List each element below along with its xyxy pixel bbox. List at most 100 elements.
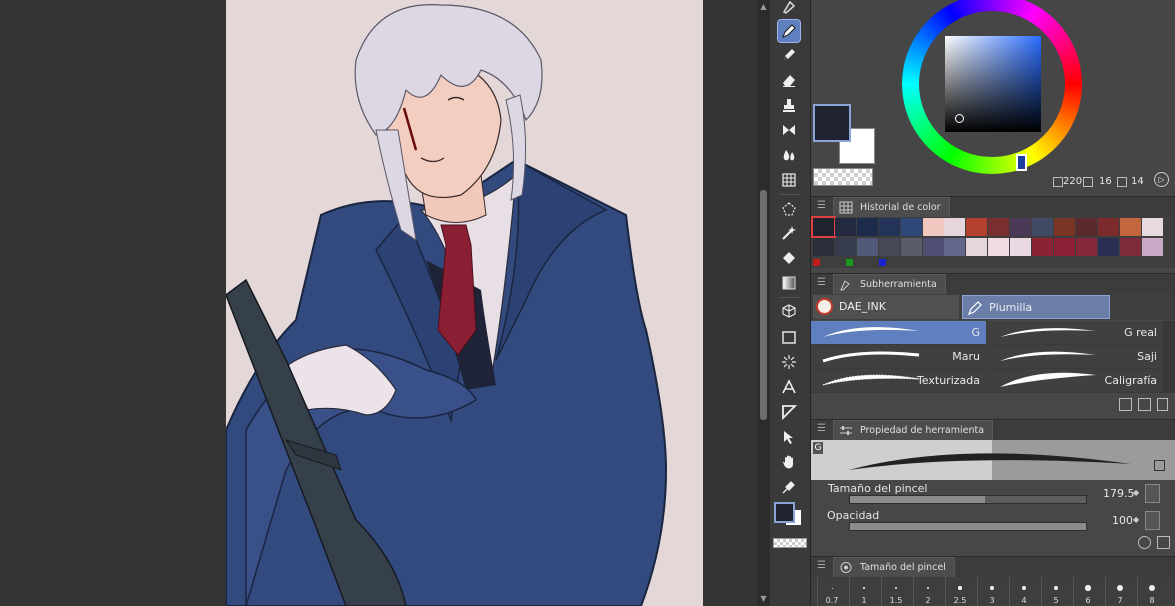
pencil-icon[interactable]: [778, 44, 800, 66]
history-swatch[interactable]: [856, 238, 878, 256]
stamp-icon[interactable]: [778, 94, 800, 116]
hue-cursor[interactable]: [1016, 154, 1027, 171]
history-swatch[interactable]: [900, 218, 922, 236]
stepper-icon[interactable]: ◆: [1133, 515, 1139, 524]
blend-icon[interactable]: [778, 144, 800, 166]
opacity-slider[interactable]: [849, 522, 1087, 531]
brush-size-tab[interactable]: Tamaño del pincel: [833, 557, 955, 578]
history-swatch[interactable]: [966, 238, 988, 256]
panel-menu-icon[interactable]: ☰: [817, 423, 826, 434]
history-swatch[interactable]: [1010, 218, 1032, 236]
history-swatch[interactable]: [1075, 218, 1097, 236]
eyedropper-icon[interactable]: [778, 476, 800, 498]
fill-icon[interactable]: [778, 247, 800, 269]
pen-nib-icon[interactable]: [778, 0, 800, 18]
opacity-value[interactable]: 100: [1112, 514, 1133, 527]
magic-wand-icon[interactable]: [778, 222, 800, 244]
scroll-down-arrow[interactable]: ▼: [759, 594, 768, 604]
brush-item-maru[interactable]: Maru: [811, 345, 986, 369]
brush-list-scrollbar[interactable]: [1163, 321, 1175, 393]
history-swatch[interactable]: [944, 218, 966, 236]
brush-item-texturizada[interactable]: Texturizada: [811, 369, 986, 393]
group-plumilla[interactable]: Plumilla: [962, 295, 1110, 319]
brush-size-preset[interactable]: 1.5: [881, 577, 910, 606]
panel-menu-icon[interactable]: ☰: [817, 200, 826, 211]
panel-menu-icon[interactable]: ☰: [817, 560, 826, 571]
download-icon[interactable]: [1119, 398, 1132, 411]
history-swatch[interactable]: [988, 218, 1010, 236]
history-swatch[interactable]: [1119, 218, 1141, 236]
history-swatch[interactable]: [834, 218, 856, 236]
history-swatch[interactable]: [1053, 218, 1075, 236]
brush-size-preset[interactable]: 7: [1105, 577, 1134, 606]
history-swatch[interactable]: [1141, 218, 1163, 236]
scroll-up-arrow[interactable]: ▲: [759, 2, 768, 12]
sub-tool-tab[interactable]: Subherramienta: [833, 274, 946, 295]
3d-object-icon[interactable]: [778, 300, 800, 322]
lock-icon[interactable]: [1154, 460, 1165, 471]
history-swatch[interactable]: [878, 218, 900, 236]
brush-size-preset[interactable]: 3: [977, 577, 1006, 606]
opacity-toggle-icon[interactable]: [1145, 511, 1160, 530]
history-swatch[interactable]: [1141, 238, 1163, 256]
tool-property-tab[interactable]: Propiedad de herramienta: [833, 420, 994, 441]
mini-main-color[interactable]: [774, 502, 795, 523]
reset-icon[interactable]: [1138, 536, 1151, 549]
history-swatch[interactable]: [900, 238, 922, 256]
history-swatch[interactable]: [1053, 238, 1075, 256]
rectangle-icon[interactable]: [778, 326, 800, 348]
history-swatch[interactable]: [813, 238, 834, 256]
history-swatch[interactable]: [1010, 238, 1032, 256]
sv-cursor[interactable]: [955, 114, 964, 123]
object-select-icon[interactable]: [778, 426, 800, 448]
group-dae-ink[interactable]: DAE_INK: [813, 295, 959, 319]
history-swatch[interactable]: [878, 238, 900, 256]
text-icon[interactable]: [778, 376, 800, 398]
brush-item-saji[interactable]: Saji: [988, 345, 1163, 369]
color-history-tab[interactable]: Historial de color: [833, 197, 950, 218]
history-swatch[interactable]: [834, 238, 856, 256]
history-swatch[interactable]: [856, 218, 878, 236]
trash-icon[interactable]: [1157, 398, 1168, 411]
brush-size-preset[interactable]: 2.5: [945, 577, 974, 606]
history-swatch[interactable]: [1119, 238, 1141, 256]
eraser-icon[interactable]: [778, 69, 800, 91]
brush-size-preset[interactable]: 4: [1009, 577, 1038, 606]
gradient-icon[interactable]: [778, 272, 800, 294]
history-swatch[interactable]: [1097, 218, 1119, 236]
decoration-icon[interactable]: [778, 119, 800, 141]
transparent-color-swatch[interactable]: [813, 168, 873, 186]
history-swatch[interactable]: [966, 218, 988, 236]
scroll-thumb[interactable]: [760, 190, 767, 420]
brush-size-preset[interactable]: 8: [1137, 577, 1166, 606]
history-swatch[interactable]: [944, 238, 966, 256]
history-swatch[interactable]: [922, 238, 944, 256]
selection-icon[interactable]: [778, 198, 800, 220]
mini-transparent-color[interactable]: [773, 538, 807, 548]
pen-icon[interactable]: [777, 19, 801, 43]
brush-item-g-real[interactable]: G real: [988, 321, 1163, 345]
ruler-icon[interactable]: [778, 401, 800, 423]
panel-menu-icon[interactable]: ☰: [817, 277, 826, 288]
burst-icon[interactable]: [778, 351, 800, 373]
play-icon[interactable]: ▷: [1154, 172, 1169, 187]
history-swatch[interactable]: [1097, 238, 1119, 256]
brush-item-g[interactable]: G: [811, 321, 986, 345]
duplicate-icon[interactable]: [1138, 398, 1151, 411]
history-swatch[interactable]: [1075, 238, 1097, 256]
history-swatch[interactable]: [988, 238, 1010, 256]
stepper-icon[interactable]: ◆: [1133, 488, 1139, 497]
mesh-icon[interactable]: [778, 169, 800, 191]
history-swatch[interactable]: [1032, 218, 1053, 236]
brush-size-slider[interactable]: [849, 495, 1087, 504]
history-swatch[interactable]: [922, 218, 944, 236]
brush-size-preset[interactable]: 5: [1041, 577, 1070, 606]
brush-size-value[interactable]: 179.5: [1103, 487, 1135, 500]
hand-icon[interactable]: [778, 451, 800, 473]
brush-size-preset[interactable]: 6: [1073, 577, 1102, 606]
history-swatch[interactable]: [1032, 238, 1053, 256]
brush-size-preset[interactable]: 1: [849, 577, 878, 606]
wrench-icon[interactable]: [1157, 536, 1170, 549]
main-color-swatch[interactable]: [813, 104, 851, 142]
canvas-vertical-scrollbar[interactable]: ▲ ▼: [757, 0, 770, 606]
